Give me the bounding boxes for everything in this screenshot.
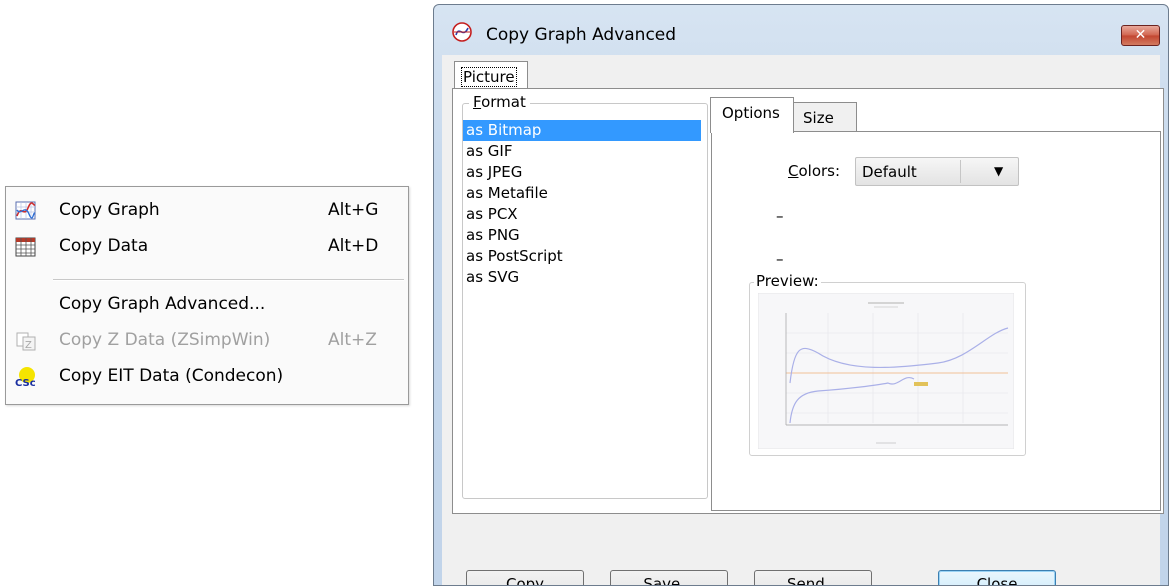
menu-item-label: Copy Z Data (ZSimpWin) bbox=[59, 330, 271, 350]
picture-panel: Format as Bitmap as GIF as JPEG as Metaf… bbox=[452, 88, 1164, 514]
options-panel: Colors: Default ▼ – – Preview: bbox=[711, 131, 1161, 511]
menu-shortcut: Alt+Z bbox=[328, 330, 377, 350]
title-bar[interactable]: Copy Graph Advanced ✕ bbox=[434, 5, 1168, 55]
tab-picture[interactable]: Picture bbox=[454, 61, 528, 89]
menu-shortcut: Alt+G bbox=[328, 200, 379, 220]
menu-item-copy-graph[interactable]: Copy Graph Alt+G bbox=[6, 193, 408, 229]
colors-dropdown[interactable]: Default ▼ bbox=[855, 157, 1019, 186]
close-window-button[interactable]: ✕ bbox=[1121, 25, 1160, 46]
menu-item-copy-z-data: Z Copy Z Data (ZSimpWin) Alt+Z bbox=[6, 323, 408, 359]
colors-label: Colors: bbox=[788, 162, 841, 180]
copy-graph-advanced-dialog: Copy Graph Advanced ✕ Picture Format as … bbox=[433, 4, 1169, 586]
format-group: Format as Bitmap as GIF as JPEG as Metaf… bbox=[462, 93, 708, 499]
format-label: Format bbox=[469, 93, 530, 111]
format-item[interactable]: as PostScript bbox=[463, 246, 701, 267]
format-item[interactable]: as Bitmap bbox=[463, 120, 701, 141]
format-item[interactable]: as Metafile bbox=[463, 183, 701, 204]
dialog-client-area: Picture Format as Bitmap as GIF as JPEG … bbox=[442, 55, 1164, 585]
format-item[interactable]: as PCX bbox=[463, 204, 701, 225]
save-button[interactable]: Save... bbox=[610, 570, 728, 585]
format-item[interactable]: as PNG bbox=[463, 225, 701, 246]
placeholder-dash: – bbox=[776, 250, 784, 268]
menu-item-copy-graph-advanced[interactable]: Copy Graph Advanced... bbox=[6, 287, 408, 323]
menu-item-copy-data[interactable]: Copy Data Alt+D bbox=[6, 229, 408, 265]
menu-item-label: Copy Graph bbox=[59, 200, 160, 220]
preview-thumbnail bbox=[758, 293, 1014, 449]
menu-separator bbox=[53, 279, 404, 281]
chevron-down-icon: ▼ bbox=[994, 164, 1004, 178]
format-item[interactable]: as JPEG bbox=[463, 162, 701, 183]
svg-text:Z: Z bbox=[25, 340, 32, 351]
svg-text:CSc: CSc bbox=[15, 378, 36, 388]
tab-label: Picture bbox=[461, 67, 517, 87]
send-button[interactable]: Send... bbox=[754, 570, 872, 585]
menu-item-copy-eit-data[interactable]: CSc Copy EIT Data (Condecon) bbox=[6, 359, 408, 395]
format-list[interactable]: as Bitmap as GIF as JPEG as Metafile as … bbox=[463, 120, 701, 288]
colors-value: Default bbox=[862, 163, 917, 181]
dialog-title: Copy Graph Advanced bbox=[486, 25, 677, 45]
format-item[interactable]: as SVG bbox=[463, 267, 701, 288]
menu-item-label: Copy EIT Data (Condecon) bbox=[59, 366, 284, 386]
close-button[interactable]: Close bbox=[938, 570, 1056, 585]
copy-button[interactable]: Copy bbox=[466, 570, 584, 585]
menu-item-label: Copy Data bbox=[59, 236, 149, 256]
menu-shortcut: Alt+D bbox=[328, 236, 379, 256]
placeholder-dash: – bbox=[776, 207, 784, 225]
dropdown-divider bbox=[960, 160, 961, 183]
zsimpwin-icon: Z bbox=[16, 332, 36, 351]
context-menu: Copy Graph Alt+G Copy Data Alt+D Copy Gr… bbox=[5, 186, 409, 405]
menu-item-label: Copy Graph Advanced... bbox=[59, 294, 266, 314]
condecon-icon: CSc bbox=[15, 367, 36, 388]
tab-options[interactable]: Options bbox=[710, 97, 794, 133]
format-item[interactable]: as GIF bbox=[463, 141, 701, 162]
preview-group: Preview: bbox=[749, 272, 1026, 456]
table-icon bbox=[15, 237, 36, 257]
tab-size[interactable]: Size bbox=[793, 102, 857, 132]
preview-label: Preview: bbox=[754, 272, 821, 290]
close-icon: ✕ bbox=[1134, 27, 1147, 43]
app-icon bbox=[452, 22, 472, 42]
graph-icon bbox=[15, 201, 36, 220]
